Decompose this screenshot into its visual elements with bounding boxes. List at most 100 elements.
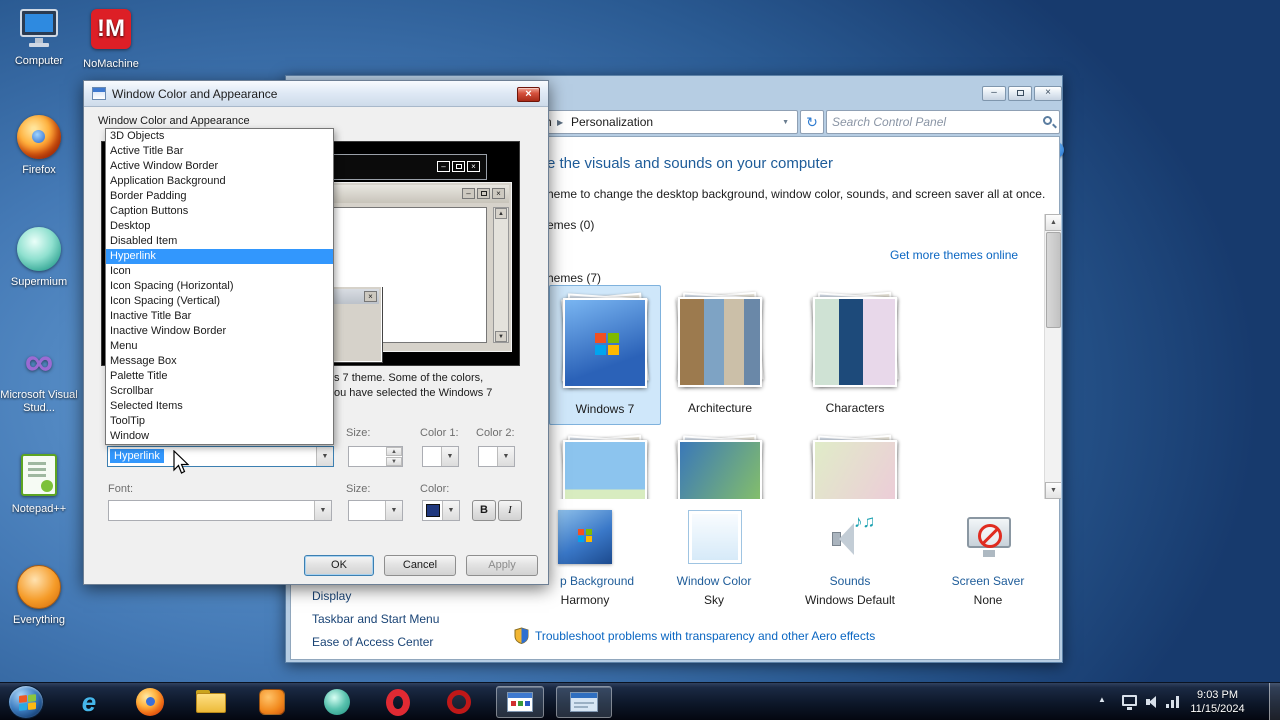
themes-scrollbar[interactable]: ▲ ▼ [1044, 214, 1061, 499]
desktop-icon-computer[interactable]: Computer [0, 6, 78, 68]
maximize-button[interactable] [1008, 86, 1032, 101]
show-desktop-button[interactable] [1269, 683, 1280, 720]
list-option[interactable]: Selected Items [106, 399, 333, 414]
search-box[interactable] [826, 110, 1060, 134]
scroll-down-icon[interactable]: ▼ [1045, 482, 1061, 499]
list-option[interactable]: Icon [106, 264, 333, 279]
list-option[interactable]: Caption Buttons [106, 204, 333, 219]
tray-expand-icon[interactable]: ▲ [1098, 695, 1106, 704]
close-button[interactable]: × [517, 87, 540, 102]
bold-button[interactable]: B [472, 500, 496, 521]
list-option[interactable]: Application Background [106, 174, 333, 189]
spinner-up-icon[interactable]: ▲ [386, 447, 402, 456]
chevron-down-icon[interactable]: ▼ [314, 501, 331, 520]
cancel-button[interactable]: Cancel [384, 555, 456, 576]
scrollbar-thumb[interactable] [1046, 232, 1061, 328]
taskbar-opera[interactable] [377, 686, 419, 718]
screen-saver-icon[interactable] [964, 510, 1016, 564]
theme-tile-characters[interactable]: Characters [799, 285, 911, 425]
theme-tile[interactable] [549, 428, 661, 499]
list-option[interactable]: Inactive Title Bar [106, 309, 333, 324]
list-option[interactable]: Desktop [106, 219, 333, 234]
taskbar-firefox[interactable] [129, 686, 171, 718]
list-option[interactable]: Disabled Item [106, 234, 333, 249]
chevron-down-icon[interactable]: ▼ [782, 119, 789, 126]
desktop-background-thumbnail[interactable] [558, 510, 612, 564]
ok-button[interactable]: OK [304, 555, 374, 576]
minimize-button[interactable]: – [982, 86, 1006, 101]
list-option[interactable]: Message Box [106, 354, 333, 369]
refresh-button[interactable]: ↻ [800, 110, 824, 134]
taskbar-internet-explorer[interactable]: e [68, 686, 110, 718]
item-dropdown-list[interactable]: 3D Objects Active Title Bar Active Windo… [105, 128, 334, 445]
desktop-icon-everything[interactable]: Everything [0, 564, 78, 627]
spinner-down-icon[interactable]: ▼ [386, 457, 402, 466]
list-option[interactable]: Border Padding [106, 189, 333, 204]
desktop-icon-visual-studio[interactable]: ∞ Microsoft Visual Stud... [0, 340, 78, 415]
font-color-dropdown[interactable]: ▼ [422, 500, 460, 521]
desktop-icon-firefox[interactable]: Firefox [0, 114, 78, 177]
list-option[interactable]: Icon Spacing (Horizontal) [106, 279, 333, 294]
sounds-icon[interactable]: ♪♫ [829, 510, 879, 564]
desktop-icon-nomachine[interactable]: !M NoMachine [72, 6, 150, 71]
desktop-icon-label: Firefox [22, 164, 56, 176]
breadcrumb-item-personalization[interactable]: Personalization [571, 115, 653, 129]
list-option[interactable]: Palette Title [106, 369, 333, 384]
desktop-background-value: Harmony [560, 593, 610, 607]
search-input[interactable] [832, 112, 1032, 132]
get-more-themes-link[interactable]: Get more themes online [890, 248, 1018, 262]
taskbar-orange-app[interactable] [251, 686, 293, 718]
chevron-down-icon[interactable]: ▼ [316, 447, 333, 466]
theme-tile-windows7[interactable]: Windows 7 [549, 285, 661, 425]
italic-button[interactable]: I [498, 500, 522, 521]
color2-dropdown[interactable]: ▼ [478, 446, 515, 467]
font-dropdown[interactable]: ▼ [108, 500, 332, 521]
scroll-up-icon[interactable]: ▲ [1045, 214, 1061, 231]
theme-tile-architecture[interactable]: Architecture [664, 285, 776, 425]
list-option[interactable]: Inactive Window Border [106, 324, 333, 339]
list-option[interactable]: ToolTip [106, 414, 333, 429]
chevron-down-icon[interactable]: ▼ [497, 447, 514, 466]
window-color-link[interactable]: Window Color [652, 574, 776, 588]
list-option[interactable]: Active Title Bar [106, 144, 333, 159]
preview-scrollbar: ▲ ▼ [493, 207, 509, 343]
desktop-background-link[interactable]: p Background [560, 574, 634, 588]
screen-saver-link[interactable]: Screen Saver [926, 574, 1050, 588]
taskbar-personalization-window[interactable] [556, 686, 612, 718]
window-color-thumbnail[interactable] [688, 510, 742, 564]
list-option[interactable]: Window [106, 429, 333, 444]
chevron-down-icon[interactable]: ▼ [385, 501, 402, 520]
display-tray-icon[interactable] [1122, 695, 1137, 710]
apply-button[interactable]: Apply [466, 555, 538, 576]
size-spinner[interactable]: ▲ ▼ [348, 446, 403, 467]
taskbar-clock[interactable]: 9:03 PM 11/15/2024 [1180, 688, 1255, 716]
sidebar-item-ease-of-access[interactable]: Ease of Access Center [312, 635, 433, 649]
chevron-down-icon[interactable]: ▼ [441, 447, 458, 466]
list-option-selected[interactable]: Hyperlink [106, 249, 333, 264]
font-size-dropdown[interactable]: ▼ [348, 500, 403, 521]
taskbar-red-ring-app[interactable] [438, 686, 480, 718]
sidebar-item-taskbar-startmenu[interactable]: Taskbar and Start Menu [312, 612, 439, 626]
theme-tile[interactable] [664, 428, 776, 499]
item-combobox[interactable]: Hyperlink ▼ [107, 446, 334, 467]
sounds-link[interactable]: Sounds [788, 574, 912, 588]
taskbar-explorer[interactable] [190, 686, 232, 718]
list-option[interactable]: 3D Objects [106, 129, 333, 144]
taskbar-supermium[interactable] [316, 686, 358, 718]
theme-tile[interactable] [799, 428, 911, 499]
desktop-icon-notepadpp[interactable]: Notepad++ [0, 452, 78, 516]
desktop-icon-supermium[interactable]: Supermium [0, 226, 78, 289]
taskbar-running-app[interactable] [496, 686, 544, 718]
sidebar-item-display[interactable]: Display [312, 589, 351, 603]
list-option[interactable]: Scrollbar [106, 384, 333, 399]
chevron-down-icon[interactable]: ▼ [442, 501, 459, 520]
troubleshoot-link[interactable]: Troubleshoot problems with transparency … [535, 629, 875, 643]
close-button[interactable]: × [1034, 86, 1062, 101]
color1-dropdown[interactable]: ▼ [422, 446, 459, 467]
list-option[interactable]: Menu [106, 339, 333, 354]
dialog-titlebar[interactable]: Window Color and Appearance × [84, 81, 548, 107]
list-option[interactable]: Icon Spacing (Vertical) [106, 294, 333, 309]
start-button[interactable] [8, 685, 44, 719]
list-option[interactable]: Active Window Border [106, 159, 333, 174]
font-size-label: Size: [346, 483, 371, 495]
